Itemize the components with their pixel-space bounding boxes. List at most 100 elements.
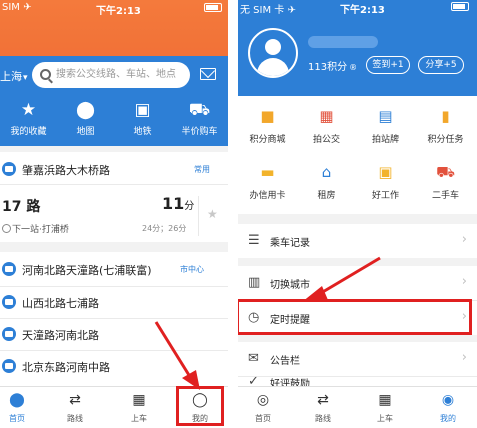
left-phone-screen: SIM ✈ 下午2:13 上海 搜索公交线路、车站、地点 ★ 我的收藏 ⬤ 地图…: [0, 0, 228, 428]
car-icon: ⛟: [188, 100, 211, 120]
search-input[interactable]: 搜索公交线路、车站、地点: [32, 62, 190, 88]
grid-used-car[interactable]: ⛟ 二手车: [416, 156, 475, 212]
tab-mine[interactable]: ◉ 我的: [426, 387, 470, 428]
quick-car[interactable]: ⛟ 半价购车: [171, 96, 228, 146]
menu-switch-city[interactable]: ▥ 切换城市 ›: [238, 266, 477, 300]
tab-board[interactable]: ▦ 上车: [362, 387, 408, 428]
avatar-head: [265, 39, 281, 55]
bookmark-icon: ▮: [441, 107, 450, 125]
checkin-button[interactable]: 签到+1: [366, 56, 410, 74]
carrier-label: 无 SIM 卡 ✈: [240, 5, 296, 16]
quick-favorites[interactable]: ★ 我的收藏: [0, 96, 57, 146]
bus-front-icon: ▦: [319, 107, 334, 125]
city-icon: ▥: [248, 275, 261, 290]
list-item[interactable]: 山西北路七浦路: [0, 287, 228, 317]
stop-tag: 市中心: [180, 265, 204, 274]
grid-credit-card[interactable]: ▬ 办信用卡: [238, 156, 297, 212]
menu-label: 切换城市: [270, 280, 310, 291]
bus-icon: ▦: [378, 392, 392, 408]
car-icon: ⛟: [436, 163, 455, 181]
stop-name: 山西北路七浦路: [22, 297, 99, 310]
menu-notice-board[interactable]: ✉ 公告栏 ›: [238, 342, 477, 376]
grid-photo-stop-sign[interactable]: ▤ 拍站牌: [356, 100, 415, 156]
grid-photo-bus[interactable]: ▦ 拍公交: [297, 100, 356, 156]
bus-stop-icon: [2, 162, 16, 176]
tab-home[interactable]: ◎ 首页: [246, 387, 280, 428]
nearby-stops-list: 河南北路天潼路(七浦联富) 市中心 山西北路七浦路 天潼路河南北路 北京东路河南…: [0, 252, 228, 386]
list-item[interactable]: 北京东路河南中路: [0, 351, 228, 381]
mail-icon[interactable]: [200, 68, 216, 80]
route-eta: 24分；26分: [142, 224, 187, 233]
tab-home-label: 首页: [9, 414, 25, 423]
list-item[interactable]: 河南北路天潼路(七浦联富) 市中心: [0, 252, 228, 286]
route-number[interactable]: 17 路: [2, 196, 40, 216]
bus-stop-icon: [2, 262, 16, 276]
quick-actions: ★ 我的收藏 ⬤ 地图 ▣ 地铁 ⛟ 半价购车: [0, 96, 228, 146]
grid-label: 积分商城: [249, 135, 286, 145]
battery-icon: [451, 2, 469, 11]
menu-ride-records[interactable]: ☰ 乘车记录 ›: [238, 224, 477, 258]
tab-route[interactable]: ⇄ 路线: [300, 387, 346, 428]
battery-icon: [204, 3, 222, 12]
tab-route-label: 路线: [315, 414, 331, 423]
stop-name: 北京东路河南中路: [22, 361, 110, 374]
right-phone-screen: 无 SIM 卡 ✈ 下午2:13 113积分 签到+1 分享+5 ■ 积分商城 …: [238, 0, 477, 428]
menu-label: 乘车记录: [270, 238, 310, 249]
home-pin-icon: ◎: [256, 392, 270, 408]
home-pin-icon: ⬤: [9, 392, 25, 408]
quick-subway[interactable]: ▣ 地铁: [114, 96, 171, 146]
route-next-stop: 下一站·打浦桥: [2, 222, 69, 235]
grid-rent-house[interactable]: ⌂ 租房: [297, 156, 356, 212]
grid-good-job[interactable]: ▣ 好工作: [356, 156, 415, 212]
username-blurred: [308, 36, 378, 48]
points-label[interactable]: 113积分: [308, 58, 357, 73]
clock: 下午2:13: [96, 6, 141, 17]
tab-home-label: 首页: [255, 414, 271, 423]
avatar-body: [257, 58, 289, 76]
grid-label: 办信用卡: [249, 191, 286, 201]
tab-route-label: 路线: [67, 414, 83, 423]
avatar[interactable]: [248, 28, 298, 78]
gift-icon: ■: [260, 107, 275, 125]
route-icon: ⇄: [317, 392, 329, 408]
carrier-label: SIM ✈: [2, 2, 32, 13]
quick-car-label: 半价购车: [181, 127, 218, 137]
grid-label: 积分任务: [427, 135, 464, 145]
credit-card-icon: ▬: [260, 163, 275, 181]
grid-label: 拍站牌: [371, 135, 399, 145]
map-pin-icon: ⬤: [75, 100, 96, 120]
tab-mine-label: 我的: [440, 414, 456, 423]
bus-stop-icon: [2, 295, 16, 309]
share-button[interactable]: 分享+5: [418, 56, 464, 74]
bus-icon: ▦: [132, 392, 146, 408]
bus-stop-icon: [2, 327, 16, 341]
bottom-tab-bar: ◎ 首页 ⇄ 路线 ▦ 上车 ◉ 我的: [238, 386, 477, 428]
search-bar: 上海 搜索公交线路、车站、地点: [0, 56, 228, 96]
tab-board-label: 上车: [377, 414, 393, 423]
menu-label: 公告栏: [270, 356, 300, 367]
grid-label: 租房: [317, 191, 336, 201]
grid-label: 好工作: [371, 191, 399, 201]
subway-icon: ▣: [134, 100, 151, 120]
tab-route[interactable]: ⇄ 路线: [52, 387, 98, 428]
grid-points-task[interactable]: ▮ 积分任务: [416, 100, 475, 156]
route-minutes: 11分: [162, 194, 194, 213]
stop-tag: 常用: [194, 165, 210, 174]
search-icon: [40, 69, 51, 80]
tab-board[interactable]: ▦ 上车: [116, 387, 162, 428]
house-icon: ⌂: [321, 163, 332, 181]
quick-map[interactable]: ⬤ 地图: [57, 96, 114, 146]
stop-name: 河南北路天潼路(七浦联富): [22, 264, 152, 277]
clock: 下午2:13: [340, 5, 385, 16]
divider: [198, 196, 199, 236]
highlight-box: [238, 299, 472, 335]
grid-points-mall[interactable]: ■ 积分商城: [238, 100, 297, 156]
status-bar: 无 SIM 卡 ✈ 下午2:13: [238, 0, 477, 16]
favorite-star-icon[interactable]: ★: [207, 207, 218, 221]
profile-header: 无 SIM 卡 ✈ 下午2:13 113积分 签到+1 分享+5: [238, 0, 477, 96]
city-selector[interactable]: 上海: [0, 68, 28, 84]
grid-label: 拍公交: [312, 135, 340, 145]
list-item[interactable]: 天潼路河南北路: [0, 319, 228, 349]
tab-home[interactable]: ⬤ 首页: [0, 387, 34, 428]
briefcase-icon: ▣: [378, 163, 393, 181]
